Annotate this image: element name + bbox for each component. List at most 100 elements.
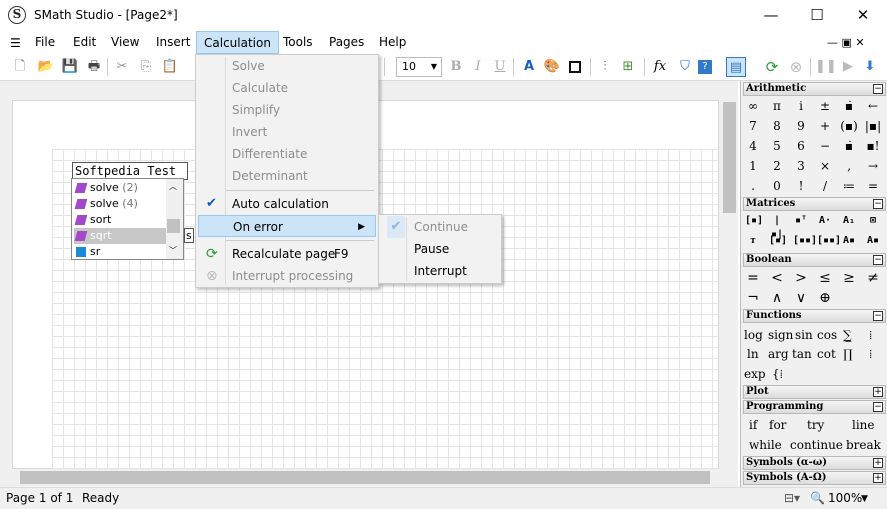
panel-header-boolean[interactable]: Boolean − — [743, 253, 886, 267]
arithmetic-button[interactable]: 1 — [743, 157, 763, 175]
submenu-pause[interactable]: Pause — [381, 238, 499, 260]
region-icon[interactable]: ⊞ — [618, 57, 638, 77]
arithmetic-button[interactable]: |▪| — [863, 117, 883, 135]
panel-header-plot[interactable]: Plot + — [743, 385, 886, 399]
open-folder-icon[interactable]: 📂 — [36, 57, 56, 77]
menu-determinant[interactable]: Determinant — [198, 165, 376, 187]
boolean-button[interactable]: ∨ — [791, 289, 811, 307]
menu-pages[interactable]: Pages — [322, 31, 371, 54]
function-button[interactable]: fx — [650, 57, 670, 77]
underline-button[interactable]: U — [490, 57, 510, 77]
boolean-button[interactable]: ≥ — [839, 269, 859, 287]
arithmetic-button[interactable]: i — [791, 97, 811, 115]
arithmetic-button[interactable]: . — [743, 177, 763, 195]
func-tan[interactable]: tan — [792, 345, 812, 363]
menu-solve[interactable]: Solve — [198, 55, 376, 77]
list-item[interactable]: sort — [74, 212, 169, 228]
arithmetic-button[interactable]: ← — [863, 97, 883, 115]
zoom-dropdown-icon[interactable]: ▼ — [861, 494, 868, 504]
range3-icon[interactable]: [▪▪] — [817, 234, 841, 248]
zoom-icon[interactable]: 🔍 — [810, 491, 825, 505]
filter-icon[interactable]: ⛉ — [675, 57, 695, 77]
italic-button[interactable]: I — [468, 57, 488, 77]
menu-insert[interactable]: Insert — [149, 31, 197, 54]
collapse-icon[interactable]: − — [873, 84, 883, 94]
menu-invert[interactable]: Invert — [198, 121, 376, 143]
close-button[interactable]: ✕ — [840, 0, 886, 31]
copy-icon[interactable]: ⎘ — [136, 57, 156, 77]
expand-icon[interactable]: + — [873, 387, 883, 397]
pause-icon[interactable]: ❚❚ — [815, 57, 837, 77]
collapse-icon[interactable]: − — [873, 402, 883, 412]
download-icon[interactable]: ⬇ — [860, 57, 880, 77]
vertical-scroll-thumb[interactable] — [723, 102, 736, 213]
help-icon[interactable]: ? — [698, 60, 712, 74]
submenu-interrupt[interactable]: Interrupt — [381, 260, 499, 282]
prog-if[interactable]: if — [749, 416, 757, 434]
boolean-button[interactable]: ∧ — [767, 289, 787, 307]
menu-help[interactable]: Help — [372, 31, 413, 54]
arithmetic-button[interactable]: ! — [791, 177, 811, 195]
panel-header-symbols-lower[interactable]: Symbols (α-ω) + — [743, 456, 886, 470]
play-icon[interactable]: ▶ — [838, 57, 858, 77]
prog-line[interactable]: line — [852, 416, 875, 434]
panel-header-functions[interactable]: Functions − — [743, 309, 886, 323]
print-icon[interactable]: 🖶 — [84, 57, 104, 77]
arithmetic-button[interactable]: 6 — [791, 137, 811, 155]
autocomplete-scroll-thumb[interactable] — [167, 219, 180, 233]
arithmetic-button[interactable]: ∞ — [743, 97, 763, 115]
func-cos[interactable]: cos — [817, 326, 837, 344]
arithmetic-button[interactable]: 4 — [743, 137, 763, 155]
autocomplete-scrollbar[interactable]: ︿ ﹀ — [166, 179, 183, 259]
list-item[interactable]: solve (4) — [74, 196, 169, 212]
align-icon[interactable]: ⫶ — [595, 57, 615, 77]
bold-button[interactable]: B — [446, 57, 466, 77]
boolean-button[interactable]: = — [743, 269, 763, 287]
boolean-button[interactable]: ≤ — [815, 269, 835, 287]
boolean-button[interactable]: ≠ — [863, 269, 883, 287]
zoom-level[interactable]: 100% — [828, 491, 862, 505]
func-sin[interactable]: sin — [795, 326, 813, 344]
collapse-icon[interactable]: − — [873, 255, 883, 265]
arithmetic-button[interactable]: (▪) — [839, 117, 859, 135]
border-icon[interactable] — [565, 57, 585, 77]
func-log[interactable]: log — [744, 326, 763, 344]
boolean-button[interactable]: ¬ — [743, 289, 763, 307]
panel-header-arithmetic[interactable]: Arithmetic − — [743, 82, 886, 96]
arithmetic-button[interactable]: 3 — [791, 157, 811, 175]
func-arg[interactable]: arg — [768, 345, 789, 363]
matrix-col-icon[interactable]: ᴛ — [745, 234, 761, 248]
arithmetic-button[interactable]: 2 — [767, 157, 787, 175]
prog-try[interactable]: try — [807, 416, 824, 434]
maximize-button[interactable]: ☐ — [794, 0, 840, 31]
func-exp[interactable]: exp — [744, 365, 766, 383]
minor-icon[interactable]: A▪ — [841, 234, 857, 248]
font-size-select[interactable]: 10 ▼ — [396, 57, 442, 77]
boolean-button[interactable]: < — [767, 269, 787, 287]
prog-while[interactable]: while — [749, 436, 782, 454]
chevron-up-icon[interactable]: ︿ — [169, 181, 177, 192]
prog-break[interactable]: break — [846, 436, 881, 454]
arithmetic-button[interactable]: 5 — [767, 137, 787, 155]
palette-icon[interactable]: 🎨 — [542, 57, 562, 77]
menu-tools[interactable]: Tools — [276, 31, 320, 54]
panel-toggle-icon[interactable]: ▤ — [726, 57, 746, 77]
document-menu-icon[interactable]: ☰ — [10, 36, 21, 50]
arithmetic-button[interactable]: 9 — [791, 117, 811, 135]
range-icon[interactable]: [▪] — [769, 234, 787, 248]
interrupt-icon[interactable]: ⊗ — [786, 57, 806, 77]
list-item[interactable]: sqrt — [74, 228, 169, 244]
arithmetic-button[interactable]: π — [767, 97, 787, 115]
determinant-icon[interactable]: |▪| — [769, 214, 785, 240]
arithmetic-button[interactable]: ≔ — [839, 177, 859, 195]
minimize-button[interactable]: — — [748, 0, 794, 31]
arithmetic-button[interactable]: 0 — [767, 177, 787, 195]
menu-recalculate-page[interactable]: ⟳ Recalculate page F9 — [198, 243, 376, 265]
boolean-button[interactable]: ⊕ — [815, 289, 835, 307]
arithmetic-button[interactable]: − — [815, 137, 835, 155]
prog-continue[interactable]: continue — [790, 436, 843, 454]
arithmetic-button[interactable]: ▪̇ — [839, 137, 859, 155]
arithmetic-button[interactable]: ▪! — [863, 137, 883, 155]
menu-on-error[interactable]: On error ▶ — [198, 215, 376, 237]
arithmetic-button[interactable]: + — [815, 117, 835, 135]
